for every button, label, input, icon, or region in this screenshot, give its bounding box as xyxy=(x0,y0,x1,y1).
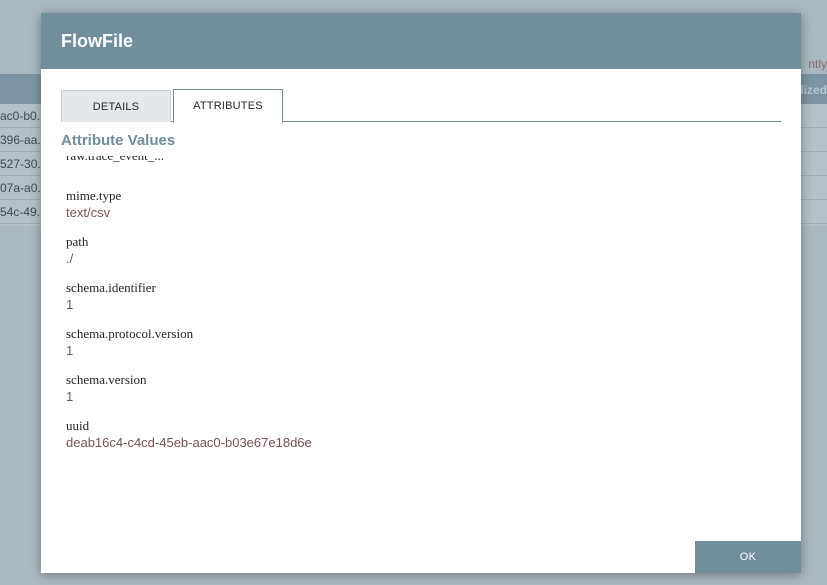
attribute-name: schema.identifier xyxy=(66,280,156,295)
ok-button[interactable]: OK xyxy=(695,541,801,573)
attribute-name: mime.type xyxy=(66,188,122,203)
dialog-header: FlowFile xyxy=(41,13,801,69)
attribute-name-partial: raw.trace_event_... xyxy=(66,156,164,164)
attribute-value: ./ xyxy=(66,251,74,266)
attribute-name: uuid xyxy=(66,418,90,433)
attribute-name: schema.version xyxy=(66,372,147,387)
background-header-text: lized xyxy=(800,83,827,97)
attribute-name: path xyxy=(66,234,89,249)
attribute-value: text/csv xyxy=(66,205,111,220)
table-cell: ac0-b0... xyxy=(0,109,41,123)
attribute-item: path ./ xyxy=(66,234,88,267)
background-text: ntly xyxy=(808,57,827,71)
table-cell: 54c-49... xyxy=(0,205,41,219)
tab-attributes[interactable]: ATTRIBUTES xyxy=(173,89,283,123)
tab-details[interactable]: DETAILS xyxy=(61,90,171,122)
attribute-value: 1 xyxy=(66,343,74,358)
dialog-title: FlowFile xyxy=(61,30,133,51)
attribute-list[interactable]: raw.trace_event_... mime.type text/csv p… xyxy=(66,156,766,456)
attribute-value: 1 xyxy=(66,389,74,404)
table-cell: 07a-a0... xyxy=(0,181,41,195)
attribute-item: mime.type text/csv xyxy=(66,188,121,221)
flowfile-dialog: FlowFile DETAILS ATTRIBUTES Attribute Va… xyxy=(41,13,801,573)
table-cell: 527-30... xyxy=(0,157,41,171)
attribute-item: schema.version 1 xyxy=(66,372,147,405)
attribute-item: schema.identifier 1 xyxy=(66,280,156,313)
attribute-value: deab16c4-c4cd-45eb-aac0-b03e67e18d6e xyxy=(66,435,312,450)
table-cell: 396-aa... xyxy=(0,133,41,147)
attribute-item: schema.protocol.version 1 xyxy=(66,326,193,359)
section-title: Attribute Values xyxy=(61,132,176,149)
attribute-item: uuid deab16c4-c4cd-45eb-aac0-b03e67e18d6… xyxy=(66,418,312,451)
attribute-name: schema.protocol.version xyxy=(66,326,194,341)
tab-bar: DETAILS ATTRIBUTES xyxy=(61,89,781,123)
attribute-value: 1 xyxy=(66,297,74,312)
